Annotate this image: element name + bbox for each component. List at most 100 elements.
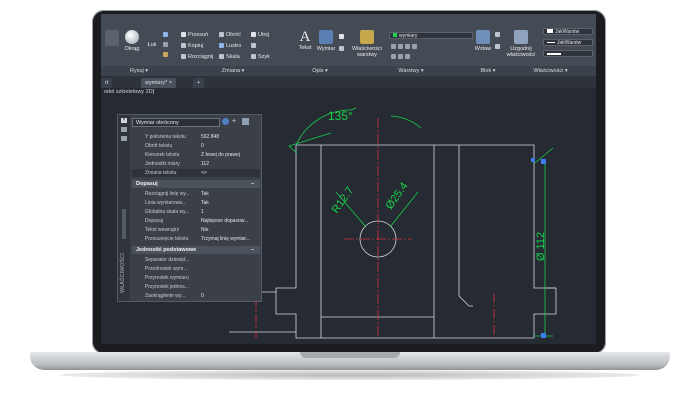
object-type-combo[interactable]: Wymiar obrócony [132, 118, 220, 127]
grip-bottom[interactable] [541, 333, 546, 338]
layer-match-icon [391, 54, 396, 59]
new-tab-button[interactable]: + [193, 78, 205, 88]
pickadd-icon[interactable]: + [232, 118, 239, 125]
layer-tool-a[interactable] [391, 44, 419, 50]
property-value[interactable]: 592.848 [201, 133, 219, 141]
properties-palette[interactable]: × WŁAŚCIWOŚCI Wymiar obrócony + Y położe… [117, 114, 262, 302]
panel-annotation[interactable]: Opis ▾ [289, 66, 352, 76]
property-row[interactable]: Przedrostek wym... [132, 265, 260, 273]
palette-autohide-icon[interactable] [121, 127, 127, 132]
layer-combo[interactable]: wymiary [389, 32, 473, 39]
panel-properties[interactable]: Właściwości ▾ [505, 66, 596, 76]
palette-settings-icon[interactable] [121, 136, 127, 141]
property-value[interactable]: 0 [201, 292, 204, 300]
section-primary-units[interactable]: Jednostki podstawowe – [132, 246, 260, 254]
property-value[interactable]: Tak [201, 199, 209, 207]
stretch-tool[interactable]: Rozciągnij [181, 54, 213, 60]
property-value[interactable]: 1 [201, 208, 204, 216]
property-row[interactable]: Globalna skala wy... 1 [132, 208, 260, 216]
layer-properties-tool[interactable]: Właściwości warstwy [349, 30, 385, 58]
palette-scrollbar[interactable] [122, 209, 126, 239]
property-value[interactable]: 0 [201, 142, 204, 150]
select-objects-icon[interactable] [242, 118, 249, 125]
linetype-combo[interactable]: JakWarstw [543, 39, 593, 46]
hatch-icon [163, 52, 168, 57]
center-lines [255, 118, 495, 338]
match-properties-tool[interactable]: Uzgodnij właściwości [505, 30, 537, 58]
circle-tool[interactable]: Okrąg [123, 30, 141, 52]
linetype-combo-value: JakWarstw [557, 40, 582, 46]
rectangle-icon [163, 42, 168, 47]
copy-tool[interactable]: Kopiuj [181, 43, 203, 49]
circle-icon [125, 30, 139, 44]
table-tool[interactable] [339, 46, 346, 52]
array-tool[interactable]: Szyk [251, 54, 270, 60]
block-tool-b[interactable] [495, 44, 502, 50]
layer-tool-b[interactable] [391, 54, 412, 60]
rotate-icon [219, 32, 224, 37]
rect-tool-small[interactable] [163, 42, 170, 48]
layer-properties-label: Właściwości warstwy [352, 46, 382, 58]
panel-block[interactable]: Blok ▾ [471, 66, 506, 76]
property-row[interactable]: Dopasuj Najlepsze dopasow... [132, 217, 260, 225]
rotate-tool[interactable]: Obróć [219, 32, 241, 38]
move-tool[interactable]: Przesuń [181, 32, 208, 38]
panel-modify[interactable]: Zmiana ▾ [177, 66, 290, 76]
panel-draw[interactable]: Rysuj ▾ [101, 66, 178, 76]
color-combo[interactable]: JakWarstw [543, 28, 593, 35]
move-icon [181, 32, 186, 37]
property-row[interactable]: Separator dziesięt... [132, 256, 260, 264]
property-row[interactable]: Rozciągnij linię wy... Tak [132, 190, 260, 198]
dimension-tool-label: Wymiar [316, 46, 336, 52]
collapse-icon[interactable]: – [251, 180, 254, 188]
tab-start[interactable]: rt [101, 78, 113, 88]
property-row[interactable]: Jednostki miary 112 [132, 160, 260, 168]
scale-tool[interactable]: Skala [219, 54, 240, 60]
lineweight-combo[interactable] [543, 50, 593, 57]
section-fit[interactable]: Dopasuj – [132, 180, 260, 188]
palette-close-icon[interactable]: × [121, 118, 127, 123]
block-tool-a[interactable] [495, 32, 502, 38]
leader-tool[interactable] [339, 34, 346, 40]
polyline-tool[interactable] [105, 30, 119, 46]
property-value[interactable]: 112 [201, 160, 209, 168]
trim-tool[interactable]: Utnij [251, 32, 269, 38]
panel-layers-label: Warstwy [398, 68, 420, 74]
property-row[interactable]: Kierunek tekstu Z lewej do prawej [132, 151, 260, 159]
property-row[interactable]: Y położenia tekstu 592.848 [132, 133, 260, 141]
property-name: Przyrostek jednos... [145, 284, 189, 290]
dimension-tool[interactable]: Wymiar [315, 30, 337, 52]
property-row[interactable]: Przyrostek wymiaru [132, 274, 260, 282]
quick-select-icon[interactable] [222, 118, 229, 125]
property-name: Przyrostek wymiaru [145, 275, 189, 281]
section-fit-label: Dopasuj [136, 181, 158, 187]
grip-top[interactable] [541, 159, 546, 164]
tab-wymiary-label: wymiary* [145, 80, 168, 86]
panel-annotation-label: Opis [312, 68, 324, 74]
property-row[interactable]: Tekst wewnątrz Nie [132, 226, 260, 234]
property-value[interactable]: Nie [201, 226, 209, 234]
property-row[interactable]: Linia wymiarowa... Tak [132, 199, 260, 207]
hatch-tool-small[interactable] [163, 52, 170, 58]
property-value[interactable]: Najlepsze dopasow... [201, 217, 248, 225]
tab-wymiary[interactable]: wymiary* × [141, 78, 177, 88]
mirror-tool[interactable]: Lustro [219, 43, 241, 49]
text-tool[interactable]: A Tekst [295, 30, 315, 52]
property-row[interactable]: Przesunięcie tekstu Trzymaj linię wymiar.… [132, 235, 260, 243]
line-tool-small[interactable] [163, 32, 170, 38]
property-value[interactable]: Z lewej do prawej [201, 151, 240, 159]
property-row[interactable]: Zaokrąglenie wy... 0 [132, 292, 260, 300]
property-row[interactable]: Zmiana tekstu <> [132, 169, 260, 177]
grip-left[interactable] [531, 158, 535, 162]
panel-layers[interactable]: Warstwy ▾ [351, 66, 472, 76]
property-value[interactable]: Trzymaj linię wymiar... [201, 235, 250, 243]
close-icon[interactable]: × [169, 80, 172, 86]
insert-tool[interactable]: Wstaw [473, 30, 493, 52]
property-row[interactable]: Przyrostek jednos... [132, 283, 260, 291]
property-value[interactable]: <> [201, 169, 207, 177]
property-value[interactable]: Tak [201, 190, 209, 198]
arc-tool[interactable]: Łuk [143, 42, 161, 48]
collapse-icon[interactable]: – [251, 246, 254, 254]
fillet-tool[interactable] [251, 43, 258, 49]
property-row[interactable]: Obrót tekstu 0 [132, 142, 260, 150]
